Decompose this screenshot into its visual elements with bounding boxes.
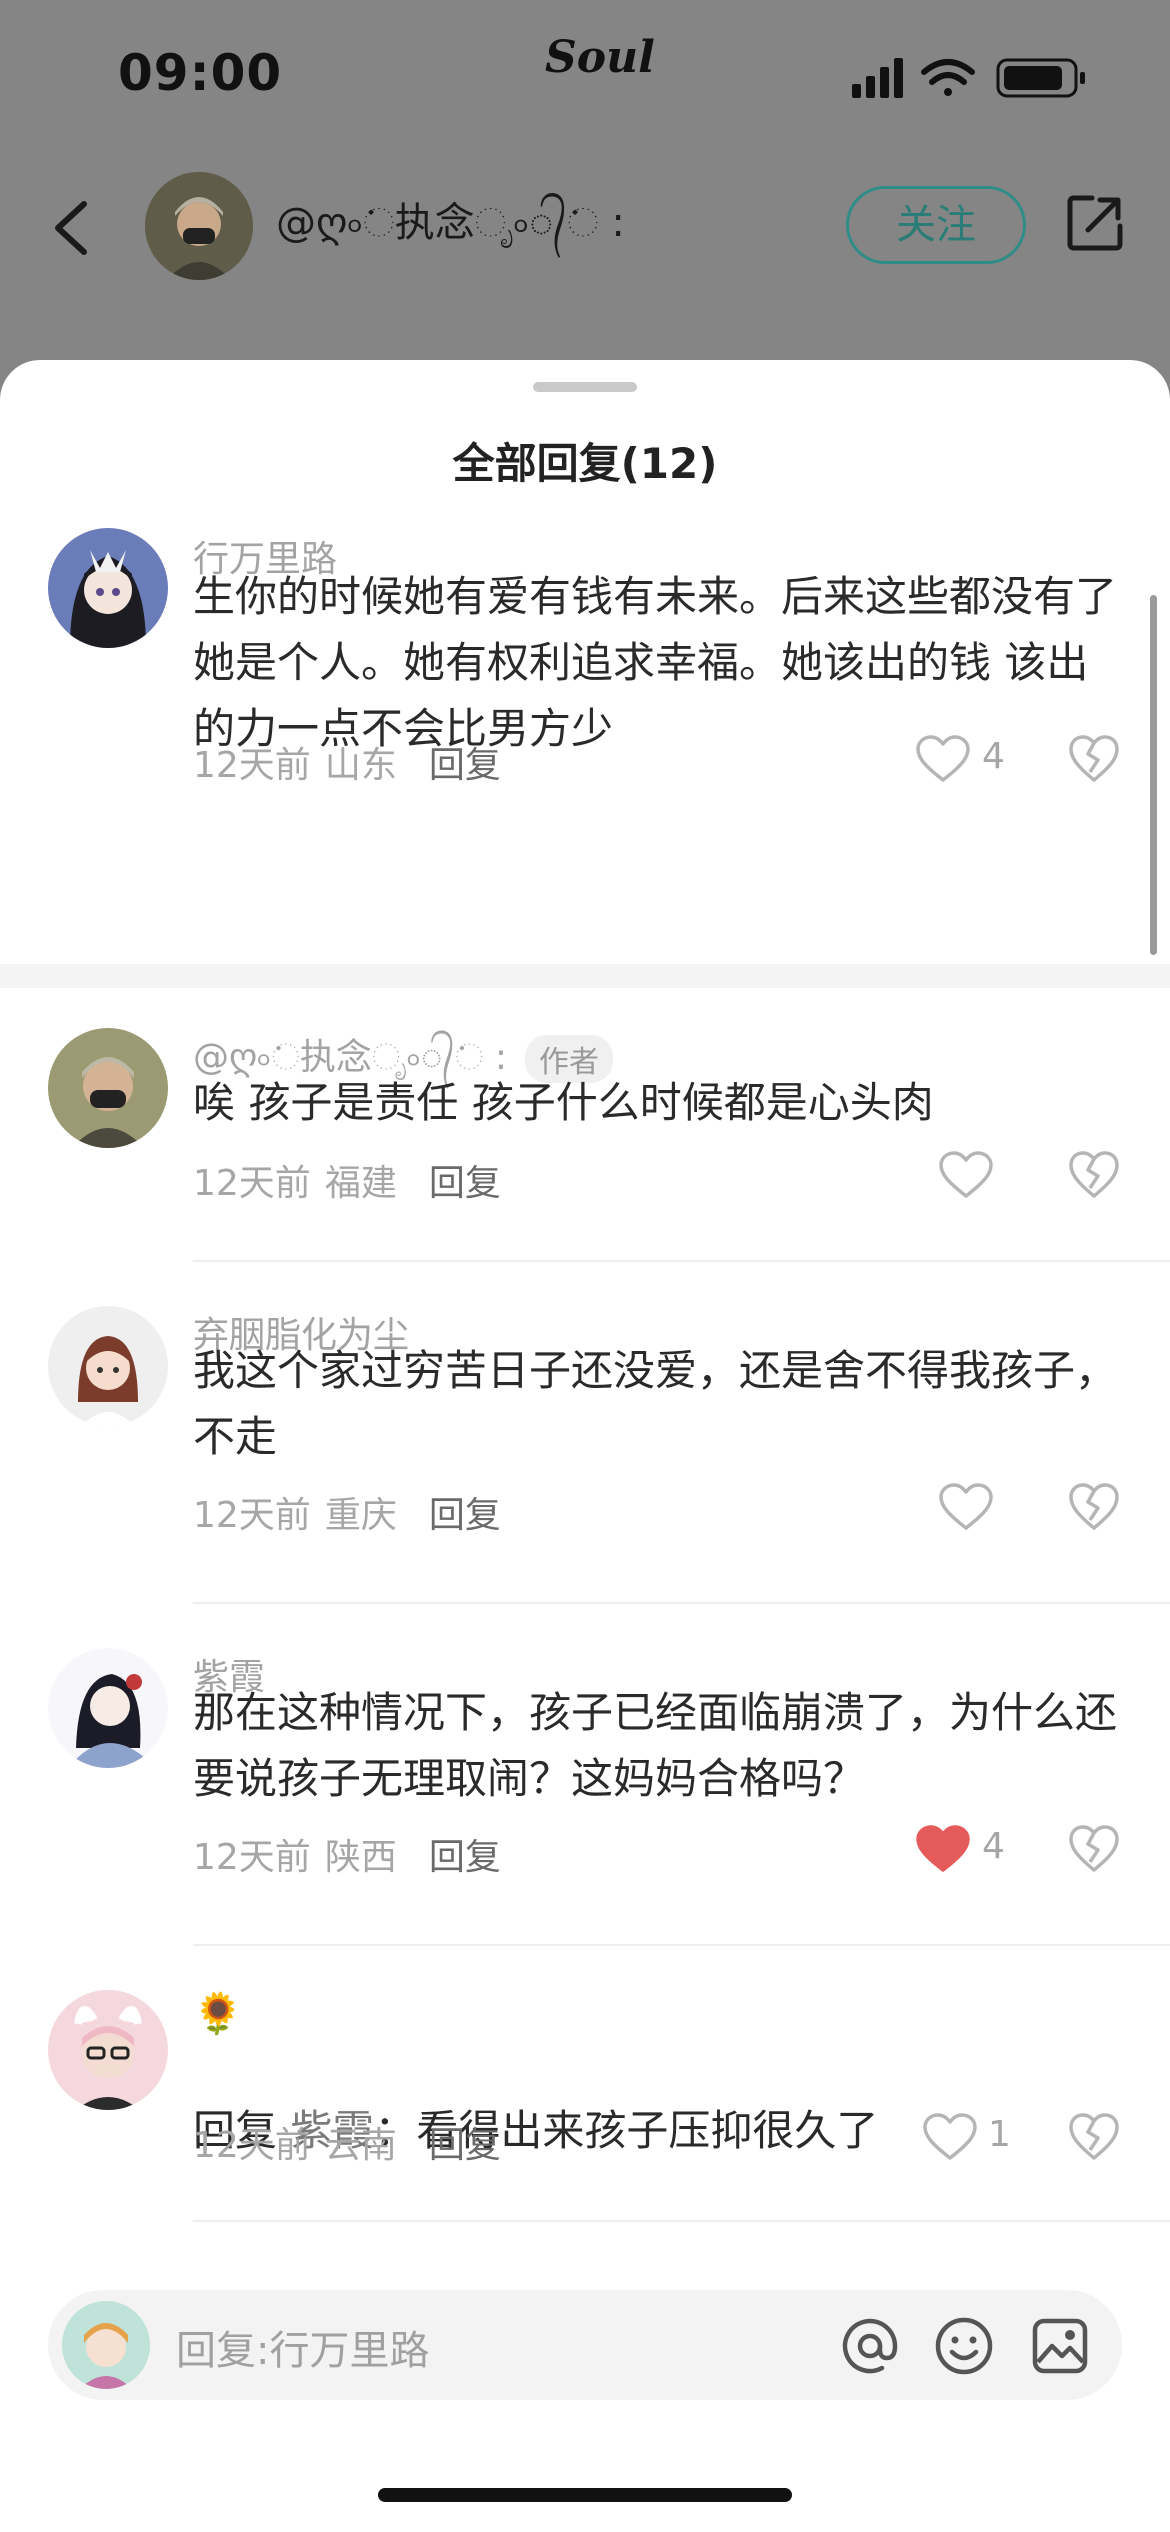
status-app-name: Soul [545,32,655,83]
comment-divider [193,2220,1170,2222]
avatar-image [48,1990,168,2110]
reply-link[interactable]: 回复 [429,1495,501,1536]
avatar[interactable] [48,1306,168,1426]
comment-author[interactable]: 🌻 [193,1990,243,2037]
follow-button[interactable]: 关注 [846,186,1026,264]
comment-location: 云南 [324,2125,397,2166]
broken-heart-icon[interactable] [1068,1150,1120,1200]
comment-item[interactable]: 行万里路 生你的时候她有爱有钱有未来。后来这些都没有了 她是个人。她有权利追求幸… [0,528,1170,978]
comment-text: 那在这种情况下，孩子已经面临崩溃了，为什么还要说孩子无理取闹？这妈妈合格吗？ [193,1688,1118,1803]
reply-input-bar[interactable]: 回复:行万里路 [48,2290,1122,2400]
avatar-image [48,1306,168,1426]
comment-time: 12天前 [193,1837,311,1878]
comment-divider [193,1944,1170,1946]
status-icons [852,58,1085,98]
image-icon[interactable] [1030,2316,1090,2376]
comment-item[interactable]: @ღ৹ᨗ执念ೃ৹᭄ᨗ : 作者 唉 孩子是责任 孩子什么时候都是心头肉 12天前福… [0,1028,1170,1208]
avatar-image [48,1648,168,1768]
status-time: 09:00 [118,44,283,102]
comment-meta: 12天前 陕西 回复 [193,1828,515,1880]
nav-bar: @ღ৹ᨗ执念ೃ৹᭄ᨗ : 关注 [0,160,1170,290]
replies-sheet: 全部回复(12) 行万里路 生你的时候她有爱有钱有未来。后来这些都没有了 她是个… [0,360,1170,2532]
wifi-icon [921,59,975,96]
comment-time: 12天前 [193,2125,311,2166]
chevron-left-icon[interactable] [46,198,96,258]
comment-meta: 12天前 重庆 回复 [193,1486,515,1538]
heart-outline-icon[interactable] [938,1150,994,1200]
reply-link[interactable]: 回复 [429,745,501,786]
heart-outline-icon[interactable] [915,734,971,784]
reply-link[interactable]: 回复 [429,1163,501,1204]
comment-text: 我这个家过穷苦日子还没爱，还是舍不得我孩子，不走 [193,1346,1118,1461]
comment-divider [193,1260,1170,1262]
broken-heart-icon[interactable] [1068,734,1120,784]
comment-time: 12天前 [193,1495,311,1536]
reply-input[interactable]: 回复:行万里路 [176,2318,429,2376]
comment-item[interactable]: 紫霞 那在这种情况下，孩子已经面临崩溃了，为什么还要说孩子无理取闹？这妈妈合格吗… [0,1648,1170,1888]
comment-item[interactable]: 🌻 回复 紫霞：看得出来孩子压抑很久了 12天前 云南 回复 1 [0,1990,1170,2170]
comment-divider [193,1602,1170,1604]
reply-link[interactable]: 回复 [429,2125,501,2166]
battery-icon [996,58,1085,98]
reply-link[interactable]: 回复 [429,1837,501,1878]
share-external-icon[interactable] [1064,192,1126,254]
heart-outline-icon[interactable] [938,1482,994,1532]
heart-outline-icon[interactable] [922,2112,978,2162]
background-page: 09:00 Soul @ღ৹ᨗ执念ೃ৹᭄ᨗ: 关注 [0,0,1170,400]
author-name: @ღ৹ᨗ执念ೃ৹᭄ᨗ : [276,200,625,246]
like-count: 4 [982,1826,1005,1867]
comment-location: 福建 [324,1163,397,1204]
author-avatar-image [145,172,253,280]
status-bar: 09:00 Soul [0,0,1170,150]
broken-heart-icon[interactable] [1068,2112,1120,2162]
home-indicator[interactable] [378,2488,792,2502]
comment-text: 唉 孩子是责任 孩子什么时候都是心头肉 [193,1078,934,1127]
broken-heart-icon[interactable] [1068,1824,1120,1874]
my-avatar[interactable] [62,2301,150,2389]
comment-location: 陕西 [324,1837,397,1878]
avatar-image [48,1028,168,1148]
like-count: 1 [988,2114,1011,2155]
comment-meta: 12天前 山东 回复 [193,736,515,788]
comment-location: 重庆 [324,1495,397,1536]
comment-item[interactable]: 弃胭脂化为尘 我这个家过穷苦日子还没爱，还是舍不得我孩子，不走 12天前 重庆 回复 [0,1306,1170,1546]
comment-text: 生你的时候她有爱有钱有未来。后来这些都没有了 她是个人。她有权利追求幸福。她该出… [193,572,1118,753]
author-avatar[interactable] [145,172,253,280]
comment-time: 12天前 [193,1163,311,1204]
like-count: 4 [982,736,1005,777]
sheet-grabber[interactable] [533,382,637,392]
avatar[interactable] [48,1648,168,1768]
emoji-icon[interactable] [934,2316,994,2376]
signal-icon [852,58,903,98]
comment-meta: 12天前 福建 回复 [193,1154,515,1206]
comment-time: 12天前 [193,745,311,786]
avatar[interactable] [48,1990,168,2110]
avatar[interactable] [48,528,168,648]
comment-location: 山东 [324,745,397,786]
broken-heart-icon[interactable] [1068,1482,1120,1532]
sheet-title: 全部回复(12) [452,439,718,488]
at-icon[interactable] [840,2316,900,2376]
my-avatar-image [62,2301,150,2389]
comment-meta: 12天前 云南 回复 [193,2116,515,2168]
heart-filled-icon[interactable] [915,1824,971,1874]
section-divider [0,964,1170,988]
avatar-image [48,528,168,648]
avatar[interactable] [48,1028,168,1148]
